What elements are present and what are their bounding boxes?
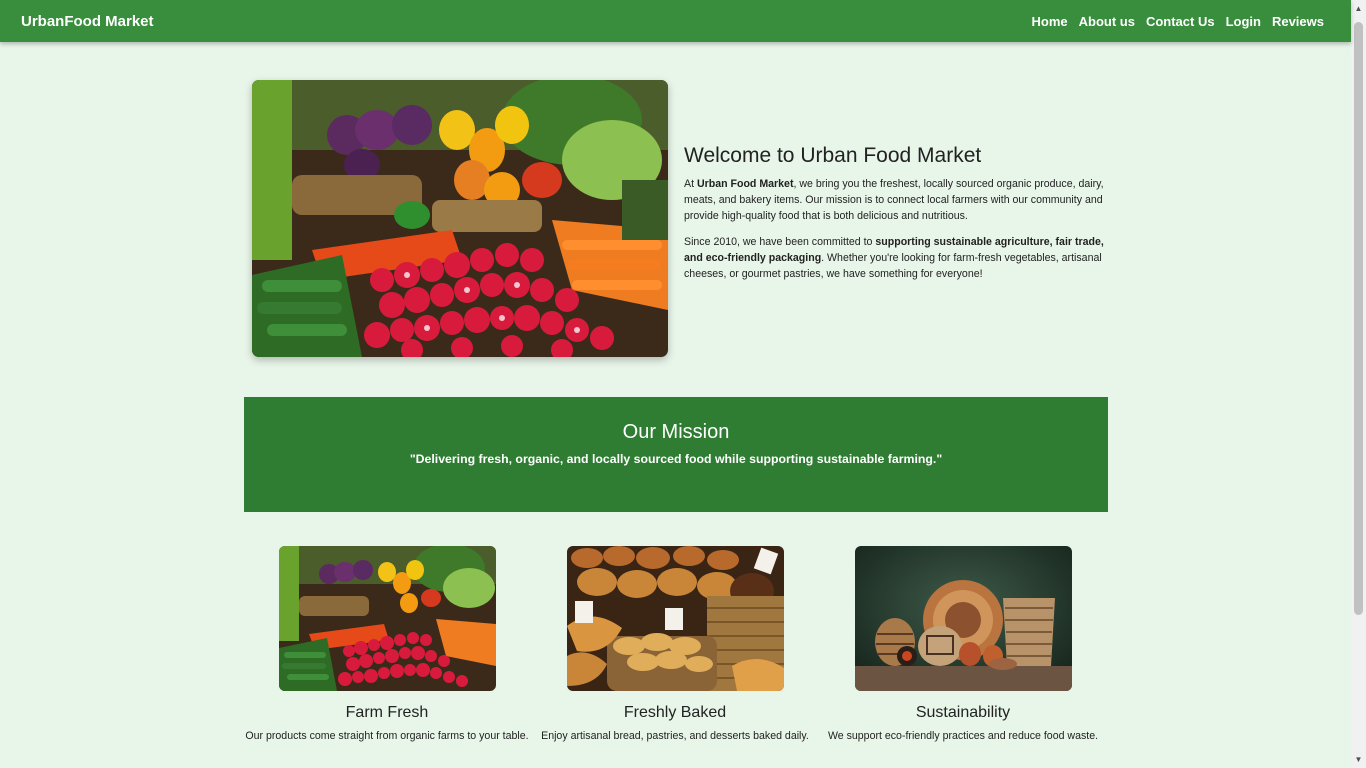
feature-card-freshly-baked: Freshly Baked Enjoy artisanal bread, pas…	[530, 546, 820, 744]
sustainability-image	[854, 546, 1072, 691]
feature-card-farm-fresh: Farm Fresh Our products come straight fr…	[242, 546, 532, 744]
scroll-up-arrow-icon[interactable]: ▲	[1351, 0, 1366, 17]
feature-title-farm-fresh: Farm Fresh	[345, 704, 429, 721]
navbar: UrbanFood Market Home About us Contact U…	[0, 0, 1351, 42]
mission-section: Our Mission "Delivering fresh, organic, …	[244, 397, 1108, 512]
nav-contact-link[interactable]: Contact Us	[1146, 14, 1215, 29]
feature-text-sustainability: We support eco-friendly practices and re…	[827, 730, 1099, 742]
farm-fresh-image	[278, 546, 496, 691]
mission-title: Our Mission	[622, 421, 730, 443]
hero-title: Welcome to Urban Food Market	[684, 144, 982, 167]
nav-about-link[interactable]: About us	[1079, 14, 1135, 29]
feature-text-farm-fresh: Our products come straight from organic …	[245, 730, 529, 742]
hero-produce-image	[252, 80, 668, 357]
hero-text: Welcome to Urban Food Market At Urban Fo…	[684, 144, 1104, 292]
scroll-down-arrow-icon[interactable]: ▼	[1351, 751, 1366, 768]
vertical-scrollbar[interactable]: ▲ ▼	[1351, 0, 1366, 768]
freshly-baked-image	[566, 546, 784, 691]
nav-home-link[interactable]: Home	[1031, 14, 1067, 29]
feature-card-sustainability: Sustainability We support eco-friendly p…	[818, 546, 1108, 744]
nav-links: Home About us Contact Us Login Reviews	[1031, 14, 1324, 29]
hero-paragraph-history: Since 2010, we have been committed to su…	[684, 236, 1104, 280]
hero-paragraph-intro: At Urban Food Market, we bring you the f…	[684, 178, 1104, 222]
nav-reviews-link[interactable]: Reviews	[1272, 14, 1324, 29]
feature-text-freshly-baked: Enjoy artisanal bread, pastries, and des…	[541, 730, 809, 742]
nav-login-link[interactable]: Login	[1226, 14, 1261, 29]
feature-title-sustainability: Sustainability	[915, 704, 1011, 721]
brand-logo[interactable]: UrbanFood Market	[21, 13, 154, 30]
feature-title-freshly-baked: Freshly Baked	[623, 704, 727, 721]
mission-quote: "Delivering fresh, organic, and locally …	[409, 452, 943, 466]
scrollbar-thumb[interactable]	[1354, 22, 1363, 615]
